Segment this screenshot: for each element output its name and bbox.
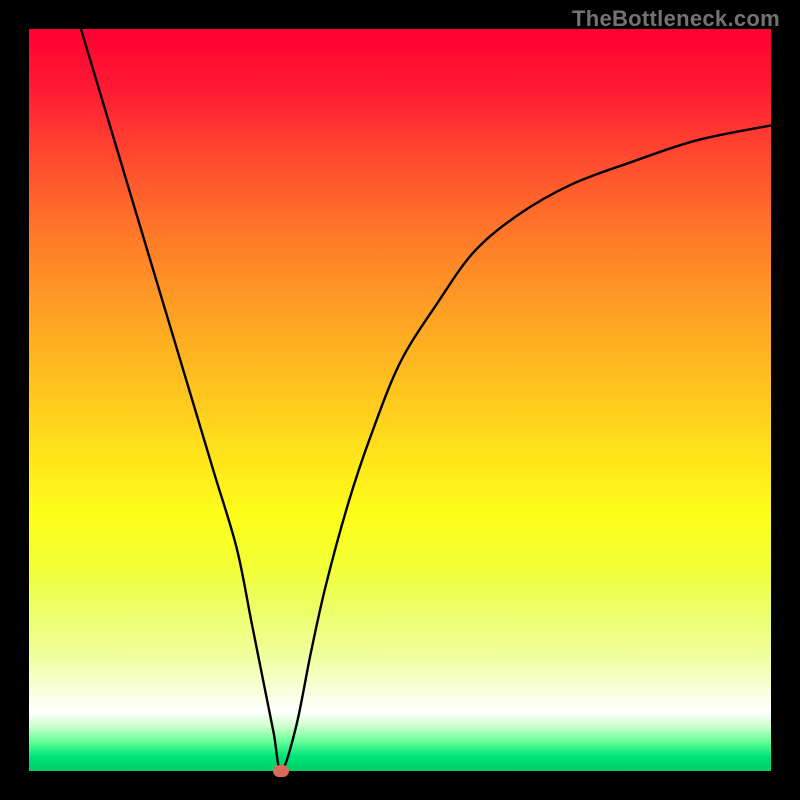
bottleneck-curve — [29, 29, 771, 771]
plot-area — [29, 29, 771, 771]
curve-path — [81, 29, 771, 771]
chart-container: TheBottleneck.com — [0, 0, 800, 800]
watermark-text: TheBottleneck.com — [572, 6, 780, 32]
minimum-marker — [273, 765, 289, 777]
